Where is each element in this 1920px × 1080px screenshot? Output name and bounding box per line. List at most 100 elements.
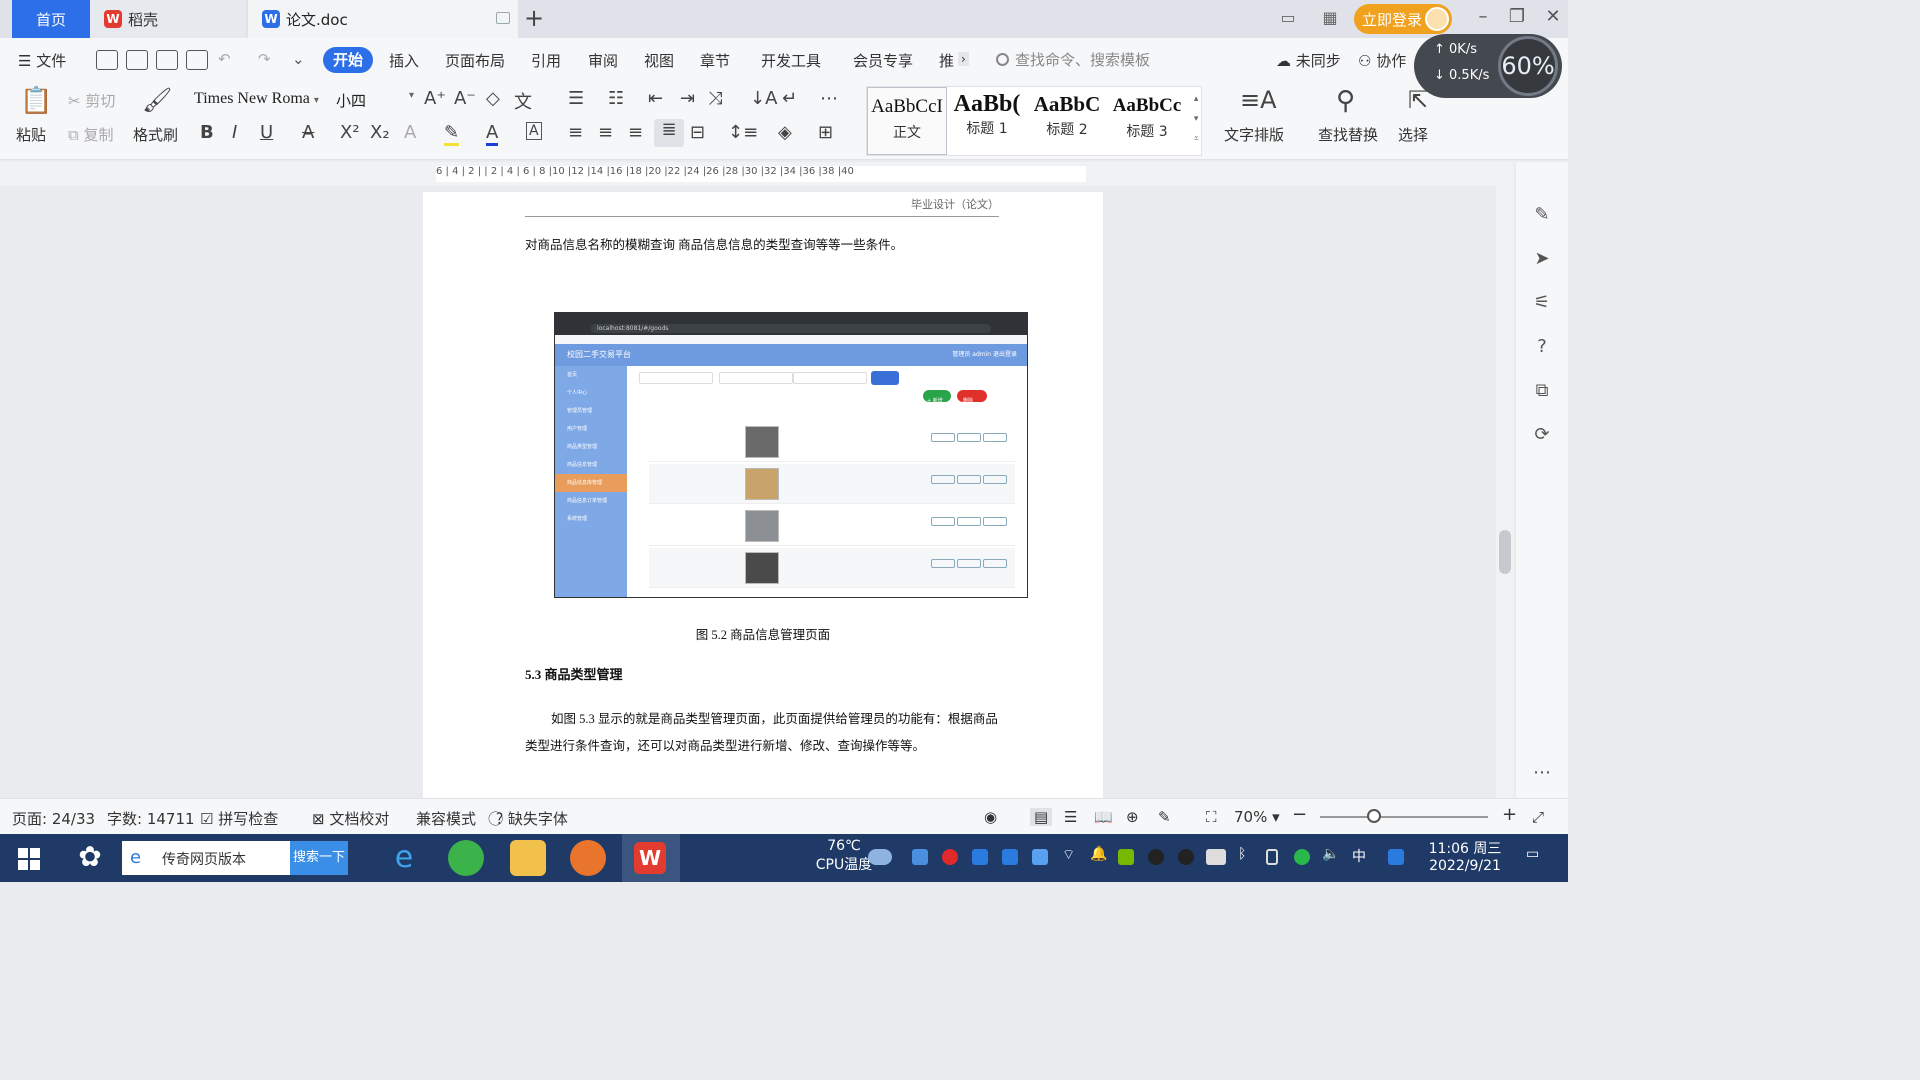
shading-icon[interactable]: ◈	[778, 122, 792, 143]
justify-icon[interactable]: ≣	[654, 119, 684, 147]
tabs-icon[interactable]: ⋯	[820, 88, 838, 109]
zoom-level[interactable]: 70% ▾	[1234, 808, 1280, 826]
sort-icon[interactable]: ↓A	[750, 88, 777, 109]
network-speed-widget[interactable]: ↑ 0K/s ↓ 0.5K/s 60%	[1414, 34, 1562, 98]
line-spacing-icon[interactable]: ↕≡	[728, 122, 758, 143]
menu-tab-references[interactable]: 引用	[531, 50, 561, 71]
layout-icon[interactable]: ▭	[1274, 8, 1302, 30]
file-explorer-icon[interactable]	[510, 840, 546, 876]
print-icon[interactable]	[156, 50, 178, 70]
decrease-indent-icon[interactable]: ⇤	[648, 88, 663, 109]
command-search-input[interactable]: 查找命令、搜索模板	[996, 49, 1150, 70]
export-icon[interactable]	[126, 50, 148, 70]
help-icon[interactable]: ?	[1530, 336, 1554, 360]
superscript-icon[interactable]: X²	[340, 122, 360, 143]
tray-app-icon[interactable]	[1294, 849, 1310, 865]
distributed-icon[interactable]: ⊟	[690, 122, 705, 143]
file-menu[interactable]: ☰ 文件	[18, 50, 66, 71]
ime-app-icon[interactable]	[1388, 849, 1404, 865]
strikethrough-icon[interactable]: A	[302, 122, 314, 143]
login-button[interactable]: 立即登录	[1354, 4, 1452, 34]
menu-tab-recommend[interactable]: 推	[939, 50, 954, 71]
increase-indent-icon[interactable]: ⇥	[680, 88, 695, 109]
zoom-out-icon[interactable]: −	[1292, 804, 1307, 825]
qq-icon[interactable]	[1178, 849, 1194, 865]
vertical-scrollbar[interactable]	[1496, 162, 1514, 798]
figure-screenshot[interactable]: localhost:8081/#/goods 校园二手交易平台 管理员 admi…	[554, 312, 1028, 598]
section-heading[interactable]: 5.3 商品类型管理	[525, 664, 623, 683]
pen-icon[interactable]: ✎	[1530, 204, 1554, 228]
char-border-icon[interactable]: A	[526, 122, 542, 140]
paragraph-2[interactable]: 如图 5.3 显示的就是商品类型管理页面，此页面提供给管理员的功能有：根据商品类…	[525, 706, 1005, 760]
share-icon[interactable]: ⧉	[1530, 380, 1554, 404]
restore-icon[interactable]: ❐	[1502, 6, 1532, 27]
clear-format-icon[interactable]: ◇	[486, 88, 500, 109]
qq-icon[interactable]	[1148, 849, 1164, 865]
web-view-icon[interactable]: ⊕	[1126, 808, 1139, 826]
sync-status[interactable]: ☁ 未同步	[1276, 50, 1341, 71]
browser-360-icon[interactable]	[448, 840, 484, 876]
clock[interactable]: 11:06 周三 2022/9/21	[1420, 838, 1510, 874]
style-heading-2[interactable]: AaBbC 标题 2	[1027, 87, 1107, 155]
font-color-icon[interactable]: A	[486, 122, 499, 146]
font-size-select[interactable]: 小四 ▾	[336, 90, 416, 114]
proofread-button[interactable]: ⊠ 文档校对	[312, 808, 389, 829]
new-tab-plus-icon[interactable]: +	[524, 4, 544, 32]
wps-taskbar-button[interactable]: W	[622, 834, 680, 882]
cut-button[interactable]: ✂ 剪切	[68, 90, 115, 111]
fan-app-icon[interactable]: ✿	[72, 840, 108, 876]
grow-font-icon[interactable]: A⁺	[424, 88, 446, 109]
customize-dropdown-icon[interactable]: ⌄	[292, 50, 305, 68]
save-icon[interactable]	[96, 50, 118, 70]
spell-check-button[interactable]: ☑ 拼写检查	[200, 808, 278, 829]
menu-more-chevron-icon[interactable]: ›	[958, 52, 969, 66]
show-marks-icon[interactable]: ↵	[782, 88, 797, 109]
shrink-font-icon[interactable]: A⁻	[454, 88, 476, 109]
bullets-icon[interactable]: ☰	[568, 88, 584, 109]
bold-icon[interactable]: B	[200, 122, 214, 143]
menu-tab-developer[interactable]: 开发工具	[761, 50, 821, 71]
style-heading-3[interactable]: AaBbCc 标题 3	[1107, 87, 1187, 155]
phonetic-icon[interactable]: 文	[514, 88, 532, 114]
security-shield-icon[interactable]	[1032, 849, 1048, 865]
close-icon[interactable]: ✕	[1538, 6, 1568, 27]
tab-float-icon[interactable]	[496, 12, 510, 24]
ime-indicator[interactable]: 中	[1352, 846, 1366, 866]
paragraph-1[interactable]: 对商品信息名称的模糊查询 商品信息信息的类型查询等等一些条件。	[525, 234, 903, 253]
weather-cloud-icon[interactable]	[868, 849, 892, 865]
document-page[interactable]: 毕业设计（论文） 对商品信息名称的模糊查询 商品信息信息的类型查询等等一些条件。…	[423, 192, 1103, 798]
tab-document[interactable]: W 论文.doc	[248, 0, 518, 38]
notification-bell-icon[interactable]: 🔔	[1090, 846, 1107, 862]
menu-tab-home[interactable]: 开始	[323, 47, 373, 73]
eye-protect-icon[interactable]: ◉	[984, 808, 997, 826]
paste-button[interactable]: 粘贴	[16, 124, 46, 145]
subscript-icon[interactable]: X₂	[370, 122, 390, 143]
tab-home[interactable]: 首页	[12, 0, 90, 38]
scrollbar-thumb[interactable]	[1499, 530, 1511, 574]
print-preview-icon[interactable]	[186, 50, 208, 70]
read-view-icon[interactable]: 📖	[1094, 808, 1113, 826]
adjust-icon[interactable]: ⚟	[1530, 292, 1554, 316]
style-heading-1[interactable]: AaBb( 标题 1	[947, 87, 1027, 155]
missing-font-button[interactable]: ?⃝ 缺失字体	[496, 808, 568, 829]
zoom-slider[interactable]	[1320, 816, 1488, 818]
battery-icon[interactable]	[1206, 849, 1226, 865]
pointer-icon[interactable]: ➤	[1530, 248, 1554, 272]
nvidia-icon[interactable]	[1118, 849, 1134, 865]
find-replace-button[interactable]: 查找替换	[1318, 124, 1378, 145]
tray-app-icon[interactable]	[942, 849, 958, 865]
page-count[interactable]: 页面: 24/33	[12, 808, 95, 829]
minimize-icon[interactable]: –	[1468, 6, 1498, 27]
menu-tab-chapter[interactable]: 章节	[700, 50, 730, 71]
highlight-icon[interactable]: ✎	[444, 122, 460, 146]
tray-app-icon[interactable]	[972, 849, 988, 865]
italic-icon[interactable]: I	[232, 122, 237, 143]
chinese-layout-icon[interactable]: ⤨	[708, 88, 722, 109]
align-left-icon[interactable]: ≡	[568, 122, 583, 143]
collab-button[interactable]: ⚇ 协作	[1358, 50, 1406, 71]
usb-icon[interactable]	[1266, 849, 1278, 865]
copy-button[interactable]: ⧉ 复制	[68, 124, 114, 145]
page-view-icon[interactable]: ▤	[1030, 808, 1053, 826]
menu-tab-insert[interactable]: 插入	[389, 50, 419, 71]
font-name-select[interactable]: Times New Roma ▾	[194, 90, 332, 114]
